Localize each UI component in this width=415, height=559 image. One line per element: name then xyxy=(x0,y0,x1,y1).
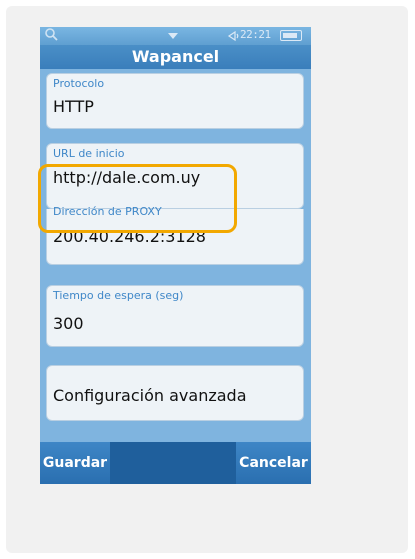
protocol-field[interactable]: Protocolo HTTP xyxy=(46,73,304,129)
save-button[interactable]: Guardar xyxy=(40,442,110,484)
status-bar: 22:21 xyxy=(40,27,311,45)
protocol-value: HTTP xyxy=(53,97,94,116)
timeout-value: 300 xyxy=(53,314,84,333)
highlight-annotation xyxy=(38,164,237,233)
softkey-bar: Guardar Cancelar xyxy=(40,442,311,484)
chevron-down-icon[interactable] xyxy=(168,33,178,39)
advanced-settings-label: Configuración avanzada xyxy=(53,386,247,405)
signal-icon xyxy=(227,30,239,42)
search-icon[interactable] xyxy=(44,27,58,41)
timeout-field[interactable]: Tiempo de espera (seg) 300 xyxy=(46,285,304,347)
start-url-label: URL de inicio xyxy=(53,147,125,160)
advanced-settings-button[interactable]: Configuración avanzada xyxy=(46,365,304,421)
status-time: 22:21 xyxy=(240,28,271,41)
protocol-label: Protocolo xyxy=(53,77,105,90)
phone-screen: 22:21 Wapancel Protocolo HTTP URL de ini… xyxy=(40,27,311,484)
page-title: Wapancel xyxy=(40,45,311,69)
timeout-label: Tiempo de espera (seg) xyxy=(53,289,184,302)
settings-list: Protocolo HTTP URL de inicio http://dale… xyxy=(40,69,311,442)
cancel-button[interactable]: Cancelar xyxy=(236,442,311,484)
battery-icon xyxy=(280,30,302,41)
